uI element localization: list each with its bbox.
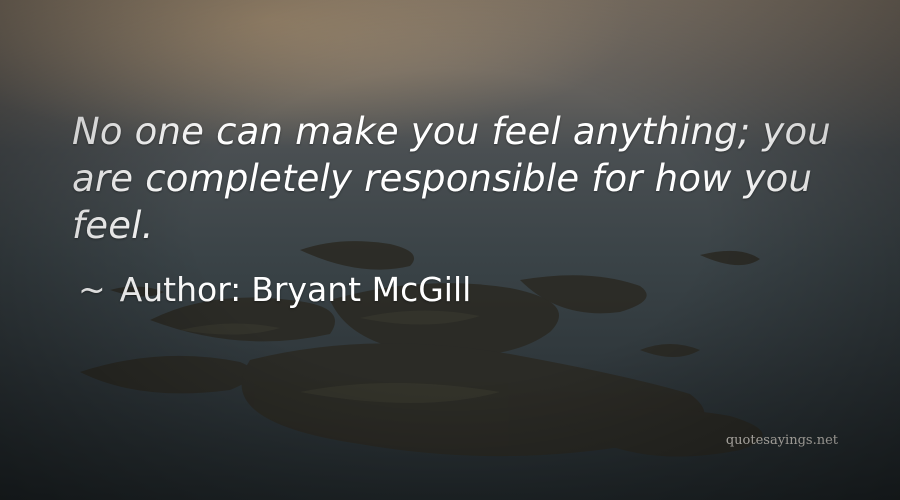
author-name: Bryant McGill xyxy=(251,270,472,309)
quote-image: No one can make you feel anything; you a… xyxy=(0,0,900,500)
site-watermark: quotesayings.net xyxy=(725,433,838,448)
tilde-mark: ~ xyxy=(78,270,106,309)
island xyxy=(80,355,253,394)
island xyxy=(700,250,760,266)
island xyxy=(640,344,700,357)
archipelago-background xyxy=(80,241,763,457)
quote-text: No one can make you feel anything; you a… xyxy=(72,110,831,247)
author-attribution: ~ Author: Bryant McGill xyxy=(78,270,471,310)
author-label: Author: xyxy=(119,270,242,309)
